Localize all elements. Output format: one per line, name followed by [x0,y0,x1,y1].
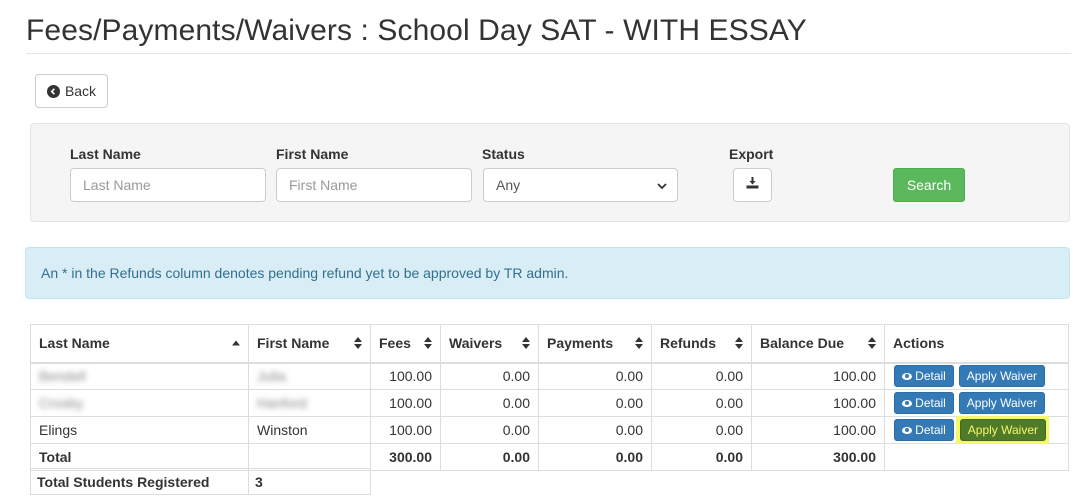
detail-button[interactable]: Detail [894,419,954,441]
cell-actions: Detail Apply Waiver [884,389,1069,417]
first-name-filter-label: First Name [276,146,349,162]
apply-waiver-button[interactable]: Apply Waiver [958,365,1045,388]
cell-first-name: Winston [248,416,371,444]
total-fees: 300.00 [370,443,441,471]
sort-asc-icon [232,340,240,346]
cell-actions: Detail Apply Waiver [884,416,1069,444]
cell-last-name: Elings [30,416,249,444]
cell-first-name: Hanford [248,389,371,417]
cell-actions: Detail Apply Waiver [884,362,1069,390]
total-waivers: 0.00 [440,443,539,471]
status-select[interactable]: Any [483,168,678,202]
highlight-marker: Apply Waiver [955,416,1049,444]
sort-icon [635,337,643,350]
detail-button[interactable]: Detail [894,365,954,388]
back-label: Back [64,83,97,99]
header-refunds[interactable]: Refunds [651,324,752,364]
cell-payments: 0.00 [538,362,652,390]
status-filter-label: Status [482,146,525,162]
cell-refunds: 0.00 [651,416,752,444]
cell-first-name: Julia [248,362,371,390]
cell-payments: 0.00 [538,389,652,417]
cell-refunds: 0.00 [651,362,752,390]
total-balance-due: 300.00 [751,443,885,471]
sort-icon [868,337,876,350]
students-summary: Total Students Registered 3 [30,468,371,495]
fees-table: Last Name First Name Fees Waivers Paymen… [30,324,1069,471]
apply-waiver-button[interactable]: Apply Waiver [959,419,1046,441]
refund-info-alert: An * in the Refunds column denotes pendi… [25,247,1070,299]
header-actions: Actions [884,324,1069,364]
cell-fees: 100.00 [370,416,441,444]
download-icon [746,176,759,194]
header-payments[interactable]: Payments [538,324,652,364]
search-button[interactable]: Search [893,168,965,202]
table-header-row: Last Name First Name Fees Waivers Paymen… [30,324,1069,364]
table-row: Crosby Hanford 100.00 0.00 0.00 0.00 100… [30,389,1069,417]
export-label: Export [729,146,774,162]
cell-waivers: 0.00 [440,362,539,390]
summary-label: Total Students Registered [30,468,249,495]
filter-panel: Last Name First Name Status Any Export S… [30,123,1070,222]
total-payments: 0.00 [538,443,652,471]
header-first-name[interactable]: First Name [248,324,371,364]
eye-icon [902,372,913,380]
cell-last-name: Crosby [30,389,249,417]
cell-refunds: 0.00 [651,389,752,417]
back-button[interactable]: Back [35,74,108,108]
cell-fees: 100.00 [370,389,441,417]
last-name-input[interactable] [70,168,266,202]
sort-icon [354,337,362,350]
cell-balance-due: 100.00 [751,362,885,390]
header-waivers[interactable]: Waivers [440,324,539,364]
table-row: Bendell Julia 100.00 0.00 0.00 0.00 100.… [30,362,1069,390]
apply-waiver-button[interactable]: Apply Waiver [958,392,1045,414]
total-refunds: 0.00 [651,443,752,471]
total-row: Total 300.00 0.00 0.00 0.00 300.00 [30,443,1069,471]
first-name-input[interactable] [276,168,472,202]
summary-row: Total Students Registered 3 [30,468,371,495]
eye-icon [902,426,913,434]
cell-balance-due: 100.00 [751,416,885,444]
cell-payments: 0.00 [538,416,652,444]
sort-icon [735,337,743,350]
eye-icon [902,399,913,407]
cell-waivers: 0.00 [440,416,539,444]
sort-icon [522,337,530,350]
chevron-down-icon [657,177,667,193]
page-title: Fees/Payments/Waivers : School Day SAT -… [26,14,807,47]
total-first-name-empty [248,443,371,471]
alert-text: An * in the Refunds column denotes pendi… [41,265,569,281]
cell-last-name: Bendell [30,362,249,390]
total-actions-empty [884,443,1069,471]
title-divider [26,53,1071,54]
table-row: Elings Winston 100.00 0.00 0.00 0.00 100… [30,416,1069,444]
arrow-circle-left-icon [46,84,60,98]
sort-icon [424,337,432,350]
header-balance-due[interactable]: Balance Due [751,324,885,364]
total-label: Total [30,443,249,471]
cell-balance-due: 100.00 [751,389,885,417]
cell-waivers: 0.00 [440,389,539,417]
cell-fees: 100.00 [370,362,441,390]
status-selected-value: Any [496,177,521,193]
header-fees[interactable]: Fees [370,324,441,364]
export-button[interactable] [733,168,772,202]
detail-button[interactable]: Detail [894,392,954,414]
summary-value: 3 [248,468,371,495]
header-last-name[interactable]: Last Name [30,324,249,364]
last-name-filter-label: Last Name [70,146,141,162]
